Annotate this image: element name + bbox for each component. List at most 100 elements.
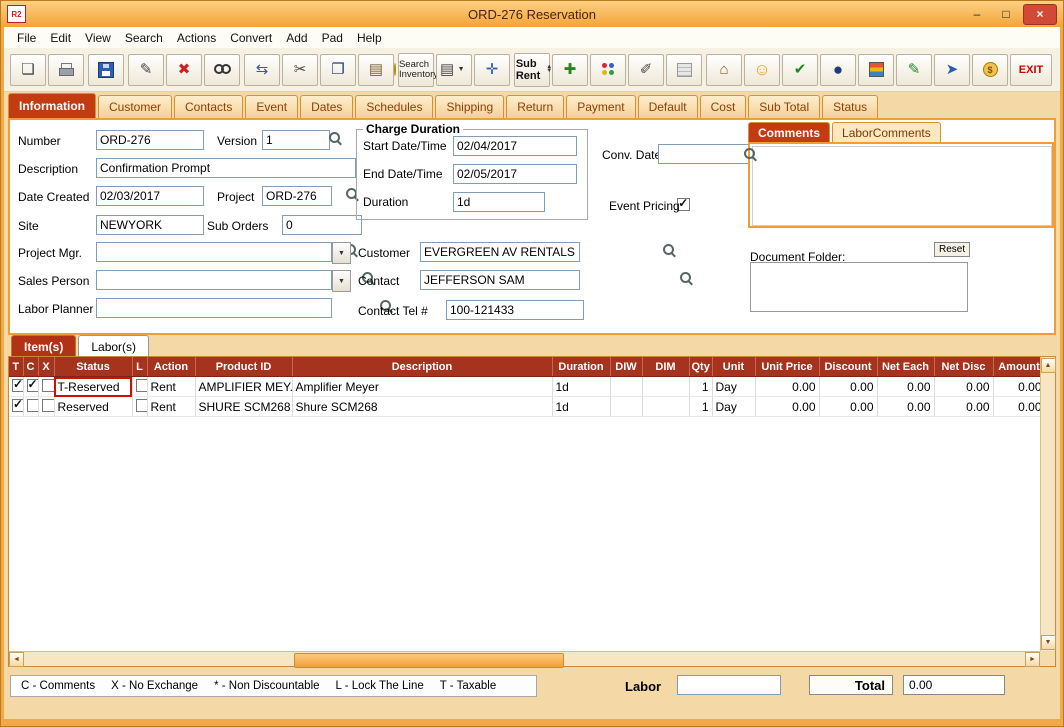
vertical-scrollbar[interactable]: ▲ ▼ [1040,357,1055,651]
transfer-button[interactable]: ⌂ [706,54,742,86]
comments-lookup-icon[interactable] [744,148,757,161]
tab-labor-comments[interactable]: LaborComments [832,122,941,143]
col-no-exchange[interactable]: X [38,357,54,377]
tab-labors[interactable]: Labor(s) [78,335,149,357]
tab-contacts[interactable]: Contacts [174,95,243,118]
contact-lookup-icon[interactable] [680,272,693,285]
menu-edit[interactable]: Edit [45,29,80,47]
comments-checkbox[interactable] [27,399,39,412]
end-date-field[interactable] [453,164,577,184]
search-options-dropdown[interactable]: ▤ [436,54,472,86]
col-unit[interactable]: Unit [712,357,755,377]
lock-line-checkbox[interactable] [136,379,148,392]
sales-person-dropdown-button[interactable] [332,270,351,292]
status-cell[interactable]: T-Reserved [54,377,132,397]
tab-comments[interactable]: Comments [748,122,830,143]
maximize-button[interactable]: □ [994,6,1018,23]
col-net-disc[interactable]: Net Disc [934,357,993,377]
tab-cost[interactable]: Cost [700,95,747,118]
status-cell[interactable]: Reserved [54,397,132,417]
tab-customer[interactable]: Customer [98,95,172,118]
no-exchange-checkbox[interactable] [42,379,55,392]
taxable-checkbox[interactable] [12,379,23,392]
col-dim[interactable]: DIM [642,357,689,377]
tab-status[interactable]: Status [822,95,878,118]
grid-button[interactable] [666,54,702,86]
col-duration[interactable]: Duration [552,357,610,377]
item-row[interactable]: T-Reserved Rent AMPLIFIER MEY... Amplifi… [9,377,1040,397]
comments-checkbox[interactable] [27,379,39,392]
comments-textarea[interactable] [752,146,1052,226]
print-button[interactable] [48,54,84,86]
copy-button[interactable]: ❐ [320,54,356,86]
number-field[interactable] [96,130,204,150]
col-amount[interactable]: Amount [993,357,1040,377]
duration-field[interactable] [453,192,545,212]
col-description[interactable]: Description [292,357,552,377]
menu-pad[interactable]: Pad [317,29,352,47]
add-line-button[interactable]: ✚ [552,54,588,86]
labor-planner-field[interactable] [96,298,332,318]
tab-return[interactable]: Return [506,95,564,118]
col-qty[interactable]: Qty [689,357,712,377]
globe-button[interactable]: ● [820,54,856,86]
scroll-down-icon[interactable]: ▼ [1041,635,1056,650]
col-discount[interactable]: Discount [819,357,877,377]
scroll-left-icon[interactable]: ◄ [9,652,24,667]
tab-subtotal[interactable]: Sub Total [748,95,820,118]
exit-button[interactable]: EXIT [1010,54,1052,86]
no-exchange-checkbox[interactable] [42,399,55,412]
new-button[interactable]: ❏ [10,54,46,86]
sub-orders-field[interactable] [282,215,362,235]
version-lookup-icon[interactable] [329,132,342,145]
col-unit-price[interactable]: Unit Price [755,357,819,377]
date-created-field[interactable] [96,186,204,206]
sub-rent-button[interactable]: Sub Rent [514,53,550,87]
start-date-field[interactable] [453,136,577,156]
save-button[interactable] [88,54,124,86]
notes-button[interactable]: ✎ [896,54,932,86]
col-status[interactable]: Status [54,357,132,377]
menu-actions[interactable]: Actions [172,29,225,47]
lock-line-checkbox[interactable] [136,399,148,412]
scrollbar-track[interactable] [24,653,1025,666]
cut-button[interactable]: ✂ [282,54,318,86]
menu-add[interactable]: Add [281,29,316,47]
col-net-each[interactable]: Net Each [877,357,934,377]
verify-button[interactable]: ✔ [782,54,818,86]
menu-file[interactable]: File [12,29,45,47]
tab-items[interactable]: Item(s) [11,335,76,357]
edit-line-button[interactable]: ✐ [628,54,664,86]
project-mgr-field[interactable] [96,242,332,262]
reset-button[interactable]: Reset [934,242,970,257]
menu-search[interactable]: Search [120,29,172,47]
project-mgr-dropdown-button[interactable] [332,242,351,264]
tab-schedules[interactable]: Schedules [355,95,433,118]
data-cube-button[interactable] [858,54,894,86]
site-field[interactable] [96,215,204,235]
col-taxable[interactable]: T [9,357,23,377]
search-inventory-button[interactable]: Search Inventory [398,53,434,87]
contact-field[interactable] [420,270,580,290]
col-diw[interactable]: DIW [610,357,642,377]
menu-view[interactable]: View [80,29,120,47]
scrollbar-thumb[interactable] [294,653,564,668]
delete-button[interactable]: ✖ [166,54,202,86]
money-button[interactable] [972,54,1008,86]
minimize-button[interactable]: – [965,6,989,23]
title-bar[interactable]: ORD-276 Reservation – □ × [1,1,1063,27]
conv-date-field[interactable] [658,144,750,164]
kit-button[interactable] [590,54,626,86]
project-field[interactable] [262,186,332,206]
scroll-right-icon[interactable]: ► [1025,652,1040,667]
col-lock[interactable]: L [132,357,147,377]
insert-item-button[interactable]: ✛ [474,54,510,86]
sales-person-field[interactable] [96,270,332,290]
find-button[interactable] [204,54,240,86]
contact-tel-field[interactable] [446,300,584,320]
tab-information[interactable]: Information [8,93,96,118]
tab-default[interactable]: Default [638,95,698,118]
col-action[interactable]: Action [147,357,195,377]
col-comments[interactable]: C [23,357,38,377]
col-product-id[interactable]: Product ID [195,357,292,377]
